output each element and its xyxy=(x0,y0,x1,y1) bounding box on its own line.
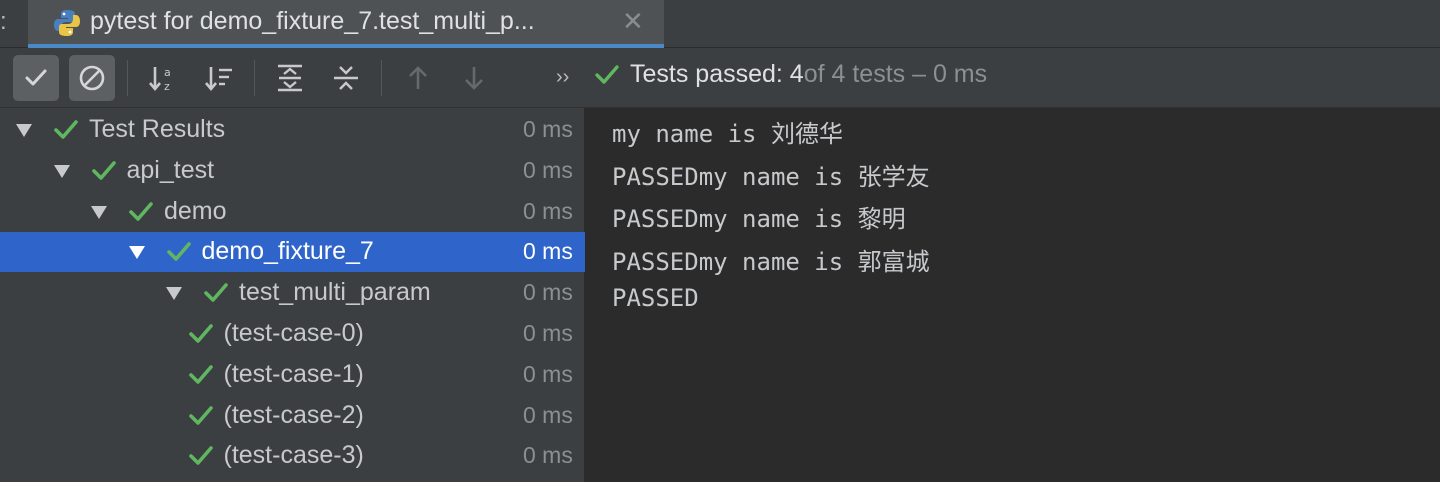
console-line: PASSEDmy name is 张学友 xyxy=(612,162,930,191)
chevron-down-icon[interactable] xyxy=(52,161,72,181)
arrow-down-icon xyxy=(465,67,483,90)
check-icon xyxy=(188,324,213,343)
chevron-down-icon[interactable] xyxy=(127,242,147,262)
tree-row-label: demo xyxy=(164,196,227,225)
tree-row-label: test_multi_param xyxy=(239,278,431,307)
tree-row-duration: 0 ms xyxy=(523,116,573,142)
tab-bar-prefix: : xyxy=(0,8,7,35)
collapse-all-button[interactable] xyxy=(323,55,369,101)
check-icon xyxy=(188,405,213,425)
chevron-down-icon[interactable] xyxy=(14,120,34,140)
tree-row-label: (test-case-1) xyxy=(223,359,364,388)
test-runner-toolbar: a z ›› Tests passed: 4 of 4 tests – 0 ms xyxy=(0,48,1440,108)
expand-all-icon xyxy=(278,64,302,92)
console-line: PASSED xyxy=(612,284,699,312)
test-results-tree: Test Results 0 ms api_test 0 ms demo 0 ms demo… xyxy=(0,108,585,482)
check-icon xyxy=(166,242,191,262)
svg-text:z: z xyxy=(164,80,170,93)
tree-row-duration: 0 ms xyxy=(523,442,573,469)
status-summary-text: of 4 tests – 0 ms xyxy=(803,60,988,88)
sort-alphabetically-button[interactable]: a z xyxy=(140,55,186,101)
console-line: PASSEDmy name is 郭富城 xyxy=(612,247,930,276)
expand-all-button[interactable] xyxy=(267,55,313,101)
tree-row[interactable]: test_multi_param 0 ms xyxy=(0,273,585,313)
tree-row-duration: 0 ms xyxy=(523,401,573,428)
toolbar-separator xyxy=(254,60,255,96)
tree-row[interactable]: (test-case-0) 0 ms xyxy=(0,314,585,354)
svg-text:a: a xyxy=(164,66,171,79)
tree-row-duration: 0 ms xyxy=(523,320,573,346)
tree-row-label: demo_fixture_7 xyxy=(201,237,374,266)
next-failed-button[interactable] xyxy=(451,55,497,101)
tree-row-duration: 0 ms xyxy=(523,238,573,265)
tree-row[interactable]: Test Results 0 ms xyxy=(0,110,585,150)
check-icon xyxy=(595,64,619,84)
more-actions-icon[interactable]: ›› xyxy=(556,66,569,89)
tree-row[interactable]: (test-case-2) 0 ms xyxy=(0,396,585,436)
tree-row[interactable]: api_test 0 ms xyxy=(0,151,585,191)
python-icon xyxy=(52,8,82,38)
check-icon xyxy=(188,364,213,384)
check-icon xyxy=(91,160,116,180)
tab-pytest-run[interactable]: pytest for demo_fixture_7.test_multi_p..… xyxy=(28,0,664,48)
show-ignored-button[interactable] xyxy=(69,55,115,101)
check-icon xyxy=(54,120,78,139)
check-icon xyxy=(204,283,228,302)
tree-row-label: (test-case-2) xyxy=(223,400,364,429)
tree-row-label: (test-case-0) xyxy=(223,319,364,347)
check-icon xyxy=(25,69,47,86)
tree-row-duration: 0 ms xyxy=(523,360,573,387)
sort-az-icon: a z xyxy=(149,66,171,93)
status-passed-text: Tests passed: 4 xyxy=(630,60,804,88)
tree-row-duration: 0 ms xyxy=(523,197,573,224)
cancel-icon xyxy=(79,65,105,91)
tree-row[interactable]: demo 0 ms xyxy=(0,192,585,232)
console-line: PASSEDmy name is 黎明 xyxy=(612,205,906,233)
test-status: Tests passed: 4 of 4 tests – 0 ms xyxy=(594,60,987,89)
tree-row-label: Test Results xyxy=(89,115,226,143)
tree-row[interactable]: (test-case-3) 0 ms xyxy=(0,436,585,476)
tree-row[interactable]: (test-case-1) 0 ms xyxy=(0,355,585,395)
tree-row-label: api_test xyxy=(126,155,215,184)
tree-row-duration: 0 ms xyxy=(523,279,573,306)
tab-title: pytest for demo_fixture_7.test_multi_p..… xyxy=(90,7,535,35)
tree-row[interactable]: demo_fixture_7 0 ms xyxy=(0,232,585,273)
close-icon[interactable]: ✕ xyxy=(622,6,644,37)
console-output[interactable]: my name is 刘德华 PASSEDmy name is 张学友 PASSED… xyxy=(586,108,1440,482)
chevron-down-icon[interactable] xyxy=(164,283,184,303)
chevron-down-icon[interactable] xyxy=(89,202,109,222)
toolbar-separator xyxy=(127,60,128,96)
check-icon xyxy=(188,446,213,466)
tree-row-duration: 0 ms xyxy=(523,156,573,183)
arrow-up-icon xyxy=(409,66,427,89)
tree-row-label: (test-case-3) xyxy=(223,441,364,470)
console-line: my name is 刘德华 xyxy=(612,120,843,148)
check-icon xyxy=(129,201,153,221)
collapse-all-icon xyxy=(334,66,358,90)
run-tab-bar: : pytest for demo_fixture_7.test_multi_p… xyxy=(0,0,1440,48)
sort-by-duration-button[interactable] xyxy=(196,55,242,101)
previous-failed-button[interactable] xyxy=(395,55,441,101)
show-passed-button[interactable] xyxy=(13,55,59,101)
toolbar-separator xyxy=(381,60,382,96)
sort-duration-icon xyxy=(205,67,232,92)
